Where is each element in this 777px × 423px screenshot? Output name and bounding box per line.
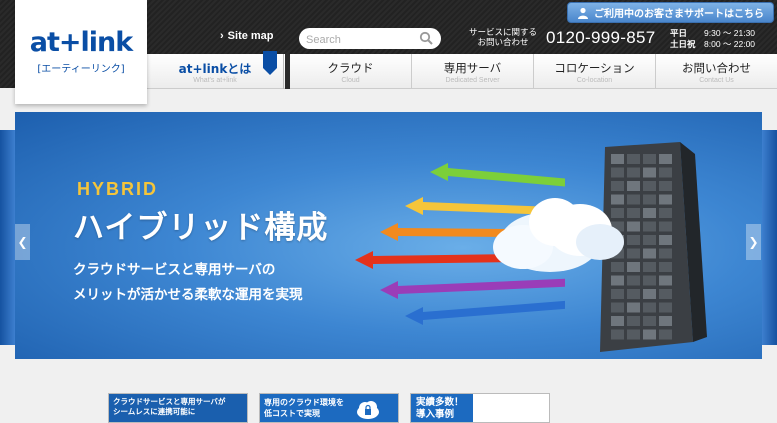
chevron-left-icon: ❮	[17, 235, 28, 249]
rack-slot	[611, 329, 624, 340]
hero-title: ハイブリッド構成	[73, 210, 329, 246]
rack-slot	[643, 289, 656, 299]
logo-katakana: [エーティーリンク]	[37, 64, 125, 75]
rack-slot	[659, 329, 672, 340]
rack-slot	[627, 302, 640, 313]
hybrid-illustration	[355, 142, 707, 352]
rack-slot	[659, 316, 672, 326]
rack-slot	[643, 221, 656, 232]
rack-slot	[659, 302, 672, 313]
rack-slot	[659, 221, 672, 232]
nav-item-cloud[interactable]: クラウド Cloud	[290, 54, 412, 89]
hero-subtitle: クラウドサービスと専用サーバの メリットが活かせる柔軟な運用を実現	[73, 262, 303, 303]
rack-slot	[627, 316, 640, 326]
rack-slot	[627, 194, 640, 205]
logo-wordmark: at+link	[29, 27, 133, 58]
rack-slot	[659, 289, 672, 299]
rack-slot	[627, 235, 640, 245]
rack-slot	[643, 262, 656, 272]
rack-slot	[659, 167, 672, 178]
nav-items: クラウド Cloud 専用サーバ Dedicated Server コロケーショ…	[290, 54, 777, 89]
cloud-lock-icon	[357, 401, 379, 419]
rack-slot	[659, 181, 672, 191]
chevron-right-icon: ❯	[748, 235, 759, 249]
contact-label: サービスに関する お問い合わせ	[468, 28, 537, 48]
rack-slot	[611, 275, 624, 286]
business-hours: 平日 9:30 ～ 21:30 土日祝 8:00 ～ 22:00	[670, 28, 756, 49]
rack-slot	[643, 154, 656, 164]
rack-slot	[643, 235, 656, 245]
search-input[interactable]	[299, 29, 417, 51]
nav-item-contact[interactable]: お問い合わせ Contact Us	[656, 54, 777, 89]
rack-slot	[643, 275, 656, 286]
rack-slot	[659, 154, 672, 164]
banner-private-cloud[interactable]: 専用のクラウド環境を 低コストで実現	[259, 393, 399, 423]
nav-item-about[interactable]: at+linkとは What's at+link	[147, 51, 284, 89]
rack-slot	[659, 235, 672, 245]
hero-slide[interactable]: HYBRID ハイブリッド構成 クラウドサービスと専用サーバの メリットが活かせ…	[15, 112, 762, 359]
rack-slot	[627, 275, 640, 286]
rack-slot	[643, 194, 656, 205]
rack-slot	[627, 208, 640, 218]
rack-slot	[627, 167, 640, 178]
rack-slot	[627, 248, 640, 259]
arrow-4	[380, 278, 565, 299]
main-nav: at+linkとは What's at+link クラウド Cloud 専用サー…	[147, 51, 777, 89]
rack-slot	[611, 154, 624, 164]
rack-slot	[611, 289, 624, 299]
site-logo[interactable]: at+link [エーティーリンク]	[15, 0, 147, 104]
search-box[interactable]	[299, 28, 441, 51]
rack-slot	[659, 194, 672, 205]
slider-next-button[interactable]: ❯	[746, 224, 761, 260]
rack-slot	[659, 208, 672, 218]
rack-slot	[611, 194, 624, 205]
rack-slot	[627, 181, 640, 191]
phone-number[interactable]: 0120-999-857	[546, 28, 655, 48]
banner-case-studies[interactable]: 実績多数！ 導入事例	[410, 393, 550, 423]
nav-item-dedicated-server[interactable]: 専用サーバ Dedicated Server	[412, 54, 534, 89]
rack-slot	[643, 208, 656, 218]
user-icon	[578, 7, 588, 19]
rack-slot	[627, 154, 640, 164]
rack-slot	[659, 248, 672, 259]
rack-slot	[627, 329, 640, 340]
arrow-5	[405, 300, 565, 325]
rack-slot	[627, 289, 640, 299]
hero-kicker: HYBRID	[77, 179, 159, 199]
rack-slot	[627, 221, 640, 232]
customer-support-button[interactable]: ご利用中のお客さまサポートはこちら	[567, 2, 774, 23]
banner-hybrid-link[interactable]: クラウドサービスと専用サーバが シームレスに連携可能に	[108, 393, 248, 423]
rack-slot	[643, 329, 656, 340]
nav-active-marker-icon	[263, 51, 277, 75]
rack-slot	[643, 302, 656, 313]
rack-slot	[611, 181, 624, 191]
search-icon[interactable]	[419, 31, 433, 45]
rack-slot	[611, 262, 624, 272]
rack-slot	[643, 181, 656, 191]
sitemap-link[interactable]: Site map	[220, 30, 274, 42]
rack-slot	[659, 262, 672, 272]
rack-slot	[643, 316, 656, 326]
rack-slot	[643, 248, 656, 259]
rack-slot	[611, 208, 624, 218]
nav-item-colocation[interactable]: コロケーション Co-location	[534, 54, 656, 89]
rack-slot	[611, 167, 624, 178]
slider-prev-button[interactable]: ❮	[15, 224, 30, 260]
rack-slot	[643, 167, 656, 178]
arrow-0	[430, 163, 565, 187]
rack-slot	[611, 302, 624, 313]
rack-slot	[659, 275, 672, 286]
rack-slot	[627, 262, 640, 272]
rack-slot	[611, 316, 624, 326]
